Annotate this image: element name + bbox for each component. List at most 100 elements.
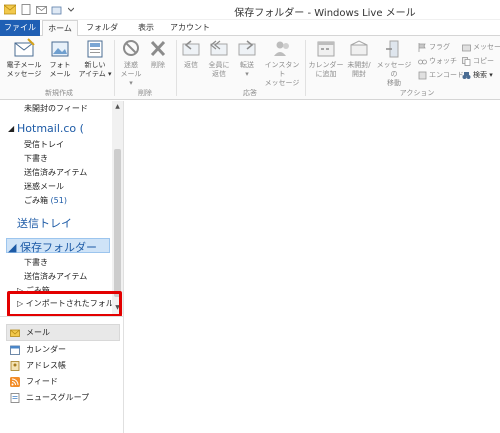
copy-icon [462,56,471,66]
message-more-label: メッセー [473,43,500,51]
address-book-icon [10,360,20,371]
find-label: 検索 ▾ [473,71,493,79]
find-button[interactable]: 検索 ▾ [462,70,493,80]
folder-pane: 未開封のフィード ◢ Hotmail.co ( 受信トレイ 下書き 送信済みアイ… [0,101,124,316]
folder-outbox[interactable]: 送信トレイ [17,215,72,231]
folder-drafts[interactable]: 下書き [24,153,48,164]
block-icon [123,40,139,56]
reply-icon [182,40,200,56]
reply-all-button[interactable]: 全員に 返信 [206,38,232,79]
add-calendar-button[interactable]: カレンダー に追加 [308,38,344,79]
encode-icon [418,71,427,79]
delete-x-icon [150,40,166,57]
nav-contacts-label: アドレス帳 [26,361,66,370]
nav-feeds[interactable]: フィード [10,376,58,387]
instant-message-button[interactable]: インスタント メッセージ [262,38,302,88]
copy-button[interactable]: コピー [462,56,494,66]
photo-mail-label: フォト メール [49,61,71,78]
message-icon [462,44,471,51]
folder-sf-drafts[interactable]: 下書き [24,257,48,268]
nav-mail[interactable]: メール [10,327,50,338]
calendar-icon [317,41,335,57]
photo-mail-button[interactable]: フォト メール [46,38,74,79]
watch-button[interactable]: ウォッチ [418,56,457,66]
mail-icon [10,329,20,337]
separator [176,40,177,96]
nav-contacts[interactable]: アドレス帳 [10,360,66,371]
photo-icon [51,41,69,57]
flag-icon [418,42,426,52]
email-icon [14,38,35,57]
trash-count: (51) [50,196,67,205]
folder-sent[interactable]: 送信済みアイテム [24,167,87,178]
folder-junk[interactable]: 迷惑メール [24,181,64,192]
watch-label: ウォッチ [429,57,457,65]
scroll-up-icon[interactable]: ▲ [113,103,122,110]
separator [114,40,115,96]
newsgroup-icon [10,392,20,403]
account-hotmail[interactable]: Hotmail.co ( [17,122,84,135]
separator [305,40,306,96]
forward-button[interactable]: 転送 ▾ [236,38,258,79]
unread-read-label: 未開封/ 開封 [347,61,371,78]
flag-label: フラグ [429,43,450,51]
nav-mail-label: メール [26,328,50,337]
folder-pane-scrollbar[interactable]: ▲ ▼ [112,101,123,314]
tab-account[interactable]: アカウント [170,20,210,36]
message-more-button[interactable]: メッセー [462,42,500,52]
expand-arrow-icon[interactable]: ◢ [8,124,14,133]
eyeglasses-icon [418,59,427,64]
folder-storage[interactable]: ◢ 保存フォルダー [8,239,97,255]
folder-unread-feeds[interactable]: 未開封のフィード [24,103,88,114]
folder-inbox[interactable]: 受信トレイ [24,139,64,150]
group-new-label: 新規作成 [45,89,73,97]
encode-label: エンコード [429,71,464,79]
encode-button[interactable]: エンコード [418,70,464,80]
reply-button[interactable]: 返信 [180,38,202,70]
copy-label: コピー [473,57,494,65]
title-bar: 保存フォルダー - Windows Live メール [0,0,500,20]
folder-sf-sent[interactable]: 送信済みアイテム [24,271,87,282]
new-email-button[interactable]: 電子メール メッセージ [6,38,42,79]
tab-home[interactable]: ホーム [42,20,78,37]
nav-calendar-label: カレンダー [26,345,66,354]
window-title: 保存フォルダー - Windows Live メール [234,8,416,19]
imported-folder-callout [7,291,122,317]
tab-file[interactable]: ファイル [0,20,40,36]
junk-label: 迷惑 メール ▾ [120,61,142,87]
reply-label: 返信 [184,61,198,69]
rss-icon [10,376,20,387]
new-items-button[interactable]: 新しい アイテム ▾ [78,38,112,79]
folder-trash-label: ごみ箱 [24,196,48,205]
folder-trash[interactable]: ごみ箱 (51) [24,195,67,206]
nav-calendar[interactable]: カレンダー [10,344,66,355]
reply-all-icon [210,40,228,56]
ribbon: 電子メール メッセージ フォト メール 新しい アイテム ▾ 新規作成 迷惑 メ… [0,36,500,100]
module-switcher: メール カレンダー アドレス帳 フィード ニュースグループ [0,316,124,433]
junk-button[interactable]: 迷惑 メール ▾ [118,38,144,88]
new-item-icon [87,40,103,58]
group-respond-label: 応答 [243,89,257,97]
ribbon-tabs: ファイル ホーム フォルダー 表示 アカウント [0,20,500,48]
tab-folder[interactable]: フォルダー [84,20,120,48]
unread-read-button[interactable]: 未開封/ 開封 [344,38,374,79]
new-items-label: 新しい アイテム ▾ [78,61,112,78]
reply-all-label: 全員に 返信 [208,61,230,78]
nav-newsgroups[interactable]: ニュースグループ [10,392,89,403]
binoculars-icon [462,71,471,79]
add-calendar-label: カレンダー に追加 [308,61,344,78]
instant-message-label: インスタント メッセージ [264,61,300,87]
nav-feeds-label: フィード [26,377,58,386]
tab-view[interactable]: 表示 [132,20,160,36]
envelope-open-icon [350,40,368,56]
delete-button[interactable]: 削除 [146,38,170,70]
forward-label: 転送 ▾ [240,61,254,78]
flag-button[interactable]: フラグ [418,42,450,52]
scrollbar-thumb[interactable] [114,149,121,297]
move-to-button[interactable]: メッセージの 移動 [374,38,414,88]
move-icon [386,40,399,58]
move-to-label: メッセージの 移動 [376,61,412,87]
new-email-label: 電子メール メッセージ [6,61,42,78]
delete-label: 削除 [151,61,165,69]
message-list-area[interactable] [125,101,500,433]
